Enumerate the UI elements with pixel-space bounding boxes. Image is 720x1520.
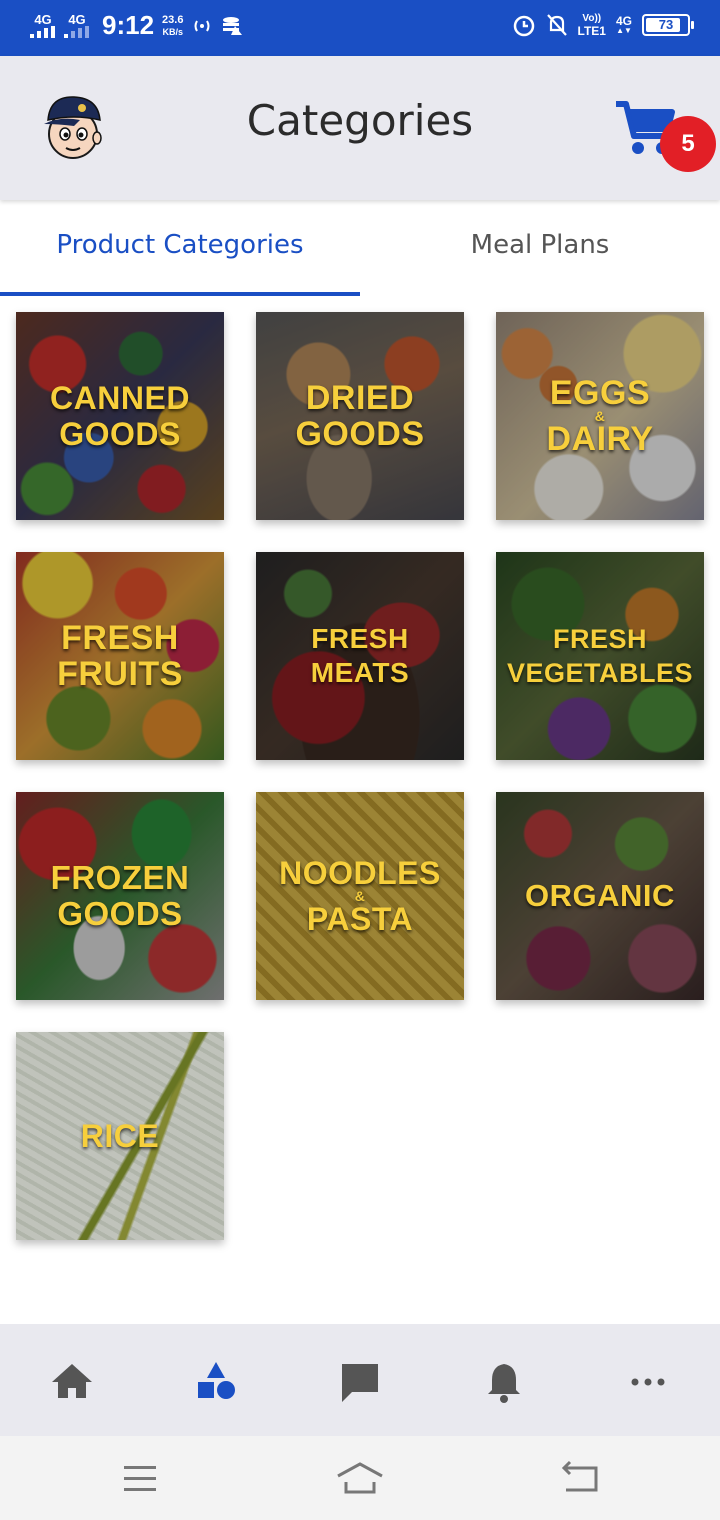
speed-readout: 23.6 KB/s [162, 14, 183, 38]
hotspot-icon [194, 19, 210, 32]
category-label: FRESH FRUITS [16, 620, 224, 692]
categories-icon[interactable] [192, 1358, 240, 1406]
signal-bars-icon [64, 26, 89, 38]
signal-1: 4G [30, 13, 56, 38]
label-line-2: GOODS [59, 416, 181, 452]
battery-icon: 73 [642, 14, 694, 36]
volte-indicator: Vo)) LTE1 [578, 13, 606, 37]
app-header: Categories 5 [0, 56, 720, 200]
label-line-1: FRESH [552, 624, 647, 654]
label-ampersand: & [354, 888, 366, 904]
volte-bottom: LTE1 [577, 24, 606, 38]
tab-bar: Product Categories Meal Plans [0, 202, 720, 296]
label-line-1: RICE [80, 1118, 160, 1154]
battery-level: 73 [658, 17, 674, 32]
category-label: NOODLES & PASTA [256, 855, 464, 937]
category-label: FRESH MEATS [256, 622, 464, 690]
category-fresh-fruits[interactable]: FRESH FRUITS [16, 552, 224, 760]
category-noodles-pasta[interactable]: NOODLES & PASTA [256, 792, 464, 1000]
system-navigation-bar [0, 1436, 720, 1520]
label-line-2: GOODS [57, 895, 183, 932]
home-icon[interactable] [48, 1358, 96, 1406]
category-label: ORGANIC [496, 878, 704, 914]
alarm-icon [513, 15, 534, 37]
bottom-navigation [0, 1324, 720, 1436]
tab-meal-plans[interactable]: Meal Plans [360, 202, 720, 292]
status-right: Vo)) LTE1 4G ▲▼ 73 [512, 13, 694, 37]
home-button-icon[interactable] [334, 1460, 386, 1496]
signal-2: 4G [64, 13, 90, 38]
category-canned-goods[interactable]: CANNED GOODS [16, 312, 224, 520]
chat-icon[interactable] [336, 1358, 384, 1406]
label-line-2: PASTA [306, 901, 414, 937]
category-fresh-meats[interactable]: FRESH MEATS [256, 552, 464, 760]
more-icon[interactable] [624, 1358, 672, 1406]
label-line-1: FROZEN [50, 859, 190, 896]
category-dried-goods[interactable]: DRIED GOODS [256, 312, 464, 520]
label-line-1: DRIED [305, 379, 415, 417]
cart-count-badge: 5 [660, 116, 716, 172]
active-tab-indicator [0, 292, 360, 296]
label-line-1: CANNED [50, 380, 190, 416]
label-line-1: NOODLES [279, 855, 441, 891]
label-line-1: FRESH [61, 619, 179, 657]
data-saver-icon [223, 16, 243, 35]
category-label: FRESH VEGETABLES [496, 622, 704, 690]
category-label: CANNED GOODS [16, 380, 224, 452]
category-rice[interactable]: RICE [16, 1032, 224, 1240]
speed-value: 23.6 [162, 13, 184, 26]
tab-product-categories[interactable]: Product Categories [0, 202, 360, 292]
bell-icon[interactable] [480, 1358, 528, 1406]
data-arrows-icon: ▲▼ [616, 26, 632, 35]
clock: 9:12 [102, 10, 155, 40]
category-label: EGGS & DAIRY [496, 375, 704, 457]
network-label-2: 4G [68, 12, 86, 27]
category-eggs-dairy[interactable]: EGGS & DAIRY [496, 312, 704, 520]
menu-icon[interactable] [120, 1460, 160, 1496]
label-line-1: EGGS [549, 374, 651, 412]
category-frozen-goods[interactable]: FROZEN GOODS [16, 792, 224, 1000]
label-line-2: MEATS [310, 657, 410, 688]
label-line-1: FRESH [311, 623, 409, 654]
speed-unit: KB/s [162, 26, 184, 37]
status-bar: 4G 4G 9:12 23.6 KB/s Vo)) LTE1 4G ▲▼ 73 [0, 0, 720, 56]
category-label: DRIED GOODS [256, 380, 464, 452]
network-right: 4G ▲▼ [616, 15, 632, 35]
label-line-2: VEGETABLES [506, 658, 694, 688]
category-organic[interactable]: ORGANIC [496, 792, 704, 1000]
label-line-2: GOODS [295, 415, 425, 453]
signal-bars-icon [30, 26, 55, 38]
page-title: Categories [246, 96, 474, 145]
back-icon[interactable] [560, 1460, 600, 1496]
label-line-2: FRUITS [57, 655, 183, 693]
network-label-1: 4G [34, 12, 52, 27]
status-left: 4G 4G 9:12 23.6 KB/s [30, 10, 243, 41]
label-line-1: ORGANIC [525, 878, 675, 913]
category-label: FROZEN GOODS [16, 860, 224, 932]
category-label: RICE [16, 1118, 224, 1154]
category-fresh-vegetables[interactable]: FRESH VEGETABLES [496, 552, 704, 760]
label-line-2: DAIRY [546, 420, 654, 458]
notifications-off-icon [546, 14, 567, 36]
